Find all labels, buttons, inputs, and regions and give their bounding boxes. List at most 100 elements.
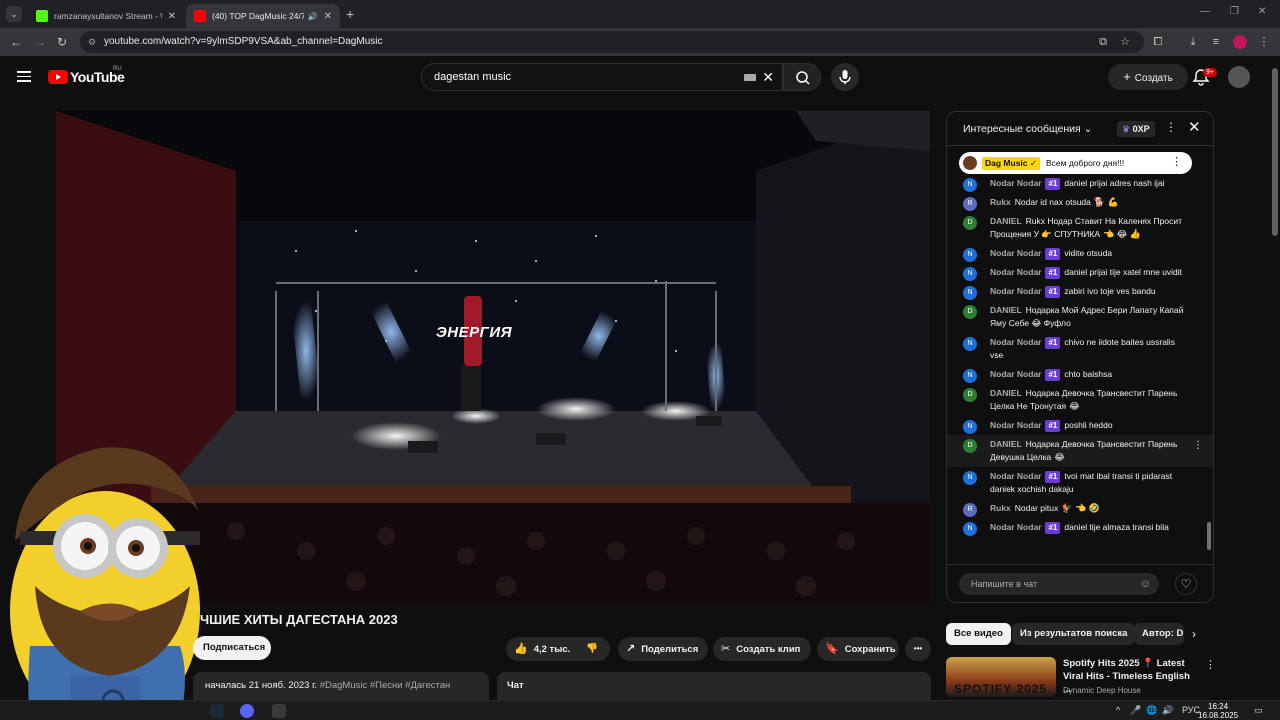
volume-icon[interactable]: 🔊 [1162,705,1173,716]
tab-search-button[interactable]: ⌄ [6,6,22,22]
chat-message[interactable]: N Nodar Nodar #1 chto baishsa [947,365,1213,384]
chip-search-results[interactable]: Из результатов поиска [1012,623,1136,645]
browser-tab-kick[interactable]: ramzanaysultanov Stream - Wa ✕ [28,4,184,28]
chat-message[interactable]: N Nodar Nodar #1 chivo ne iidote baites uss… [947,333,1213,365]
youtube-logo[interactable]: YouTube RU [48,66,125,85]
chat-author-avatar[interactable]: N [963,248,977,262]
chat-author-name[interactable]: DANIEL [990,439,1022,449]
clear-search-icon[interactable]: ✕ [762,64,774,90]
close-window-button[interactable]: ✕ [1258,6,1266,17]
chat-author-name[interactable]: Rukx [990,503,1011,513]
new-tab-button[interactable]: + [346,6,354,22]
description-hashtags[interactable]: #DagMusic #Песни #Дагестан [320,680,451,691]
chat-author-avatar[interactable]: N [963,267,977,281]
search-input[interactable]: dagestan music ✕ [421,63,783,91]
chat-author-name[interactable]: DANIEL [990,216,1022,226]
discord-icon[interactable] [240,704,254,718]
chat-author-avatar[interactable]: N [963,337,977,351]
chat-message[interactable]: N Nodar Nodar #1 vidite otsuda [947,244,1213,263]
chat-message[interactable]: N Nodar Nodar #1 poshli heddo [947,416,1213,435]
page-scrollbar[interactable] [1270,56,1280,700]
forward-icon[interactable]: → [34,35,46,49]
chat-message[interactable]: D DANIEL Нодарка Мой Адрес Бери Лапату Кап… [947,301,1213,333]
chat-author-name[interactable]: Nodar Nodar [990,248,1041,258]
chat-message[interactable]: N Nodar Nodar #1 daniel prijai adres nash i… [947,174,1213,193]
chat-author-name[interactable]: Nodar Nodar [990,267,1041,277]
more-actions-button[interactable]: ••• [905,637,931,661]
chat-author-avatar[interactable]: N [963,522,977,536]
system-clock[interactable]: 16:24 16.08.2025 [1198,702,1238,720]
chat-author-avatar[interactable]: R [963,503,977,517]
dislike-icon[interactable]: 👎 [586,637,598,661]
chat-author-avatar[interactable]: D [963,216,977,230]
chat-author-name[interactable]: DANIEL [990,305,1022,315]
chat-author-name[interactable]: Nodar Nodar [990,471,1041,481]
tab-close-icon[interactable]: ✕ [168,11,176,22]
chat-message[interactable]: D DANIEL Нодарка Девочка Трансвестит Парен… [947,384,1213,416]
chip-author[interactable]: Автор: D [1134,623,1184,645]
chevron-right-icon[interactable]: › [1192,627,1196,641]
create-button[interactable]: + Создать [1108,64,1188,90]
browser-tab-youtube[interactable]: (40) TOP DagMusic 24/7 Л 🔊 ✕ [186,4,340,28]
chip-all-videos[interactable]: Все видео [946,623,1011,645]
chat-message[interactable]: N Nodar Nodar #1 zabiri ivo toje ves bandu [947,282,1213,301]
chat-message[interactable]: N Nodar Nodar #1 tvoi mat ibal transi ti pi… [947,467,1213,499]
search-button[interactable] [783,63,821,91]
share-button[interactable]: ↗ Поделиться [618,637,708,661]
install-app-icon[interactable]: ⧉ [1096,35,1110,49]
emoji-picker-icon[interactable]: ☺ [1140,573,1151,595]
account-avatar[interactable] [1228,66,1250,88]
chat-author-avatar[interactable]: R [963,197,977,211]
extensions-icon[interactable]: ⧠ [1151,35,1165,49]
chat-mode-dropdown[interactable]: Интересные сообщения ⌄ [963,123,1092,135]
xp-badge[interactable]: ♛ 0XP [1117,121,1155,137]
chat-options-icon[interactable]: ⋮ [1165,120,1177,134]
chat-message[interactable]: R Rukx Nodar pitux 🐓 👈 🤣 [947,499,1213,518]
keyboard-icon[interactable] [744,74,756,81]
chat-author-avatar[interactable]: N [963,369,977,383]
browser-menu-icon[interactable]: ⋮ [1257,35,1271,49]
chat-scroll-thumb[interactable] [1207,522,1211,550]
chat-message[interactable]: D DANIEL Rukx Нодар Ставит На Каленях Прос… [947,212,1213,244]
chat-message[interactable]: N Nodar Nodar #1 daniel tije almaza transi … [947,518,1213,537]
chat-author-name[interactable]: Rukx [990,197,1011,207]
reading-list-icon[interactable]: ≡ [1209,35,1223,49]
notifications-icon[interactable]: ▭ [1254,705,1263,716]
chat-author-avatar[interactable]: D [963,439,977,453]
back-icon[interactable]: ← [10,35,22,49]
chat-author-avatar[interactable]: N [963,286,977,300]
chat-author-avatar[interactable]: N [963,420,977,434]
pinned-options-icon[interactable]: ⋮ [1171,155,1182,168]
chat-message[interactable]: D DANIEL Нодарка Девочка Трансвестит Парен… [947,435,1213,467]
recommended-video-options-icon[interactable]: ⋮ [1205,658,1216,671]
steam-icon[interactable] [210,704,224,718]
close-chat-icon[interactable]: ✕ [1188,118,1201,136]
tab-close-icon[interactable]: ✕ [324,11,332,22]
chat-message-list[interactable]: N Nodar Nodar #1 daniel prijai adres nash i… [947,174,1213,564]
chat-input[interactable]: Напишите в чат ☺ [959,573,1159,595]
site-info-icon[interactable]: ⚙ [88,31,96,53]
reload-icon[interactable]: ↻ [57,35,67,49]
restore-button[interactable]: ❐ [1230,6,1239,17]
chat-author-name[interactable]: Nodar Nodar [990,286,1041,296]
chat-author-avatar[interactable]: D [963,388,977,402]
chat-message[interactable]: R Rukx Nodar id nax otsuda 🐕 💪 [947,193,1213,212]
chat-author-avatar[interactable]: N [963,471,977,485]
chat-scrollbar[interactable] [1207,150,1211,560]
chat-author-name[interactable]: Nodar Nodar [990,369,1041,379]
download-icon[interactable]: ⤓ [1186,35,1200,49]
tray-overflow-icon[interactable]: ^ [1116,705,1120,715]
voice-search-button[interactable] [831,63,859,91]
address-bar[interactable]: ⚙ youtube.com/watch?v=9ylmSDP9VSA&ab_cha… [80,31,1144,53]
microphone-tray-icon[interactable]: 🎤 [1130,705,1141,716]
page-scroll-thumb[interactable] [1272,68,1278,236]
recommended-video-thumbnail[interactable]: SPOTIFY 2025 [946,657,1056,697]
message-options-icon[interactable]: ⋮ [1193,439,1203,452]
hamburger-menu-icon[interactable] [17,71,31,82]
chat-author-name[interactable]: Nodar Nodar [990,522,1041,532]
chat-author-name[interactable]: Nodar Nodar [990,337,1041,347]
save-button[interactable]: 🔖 Сохранить [817,637,899,661]
chat-author-name[interactable]: Nodar Nodar [990,420,1041,430]
chat-author-name[interactable]: DANIEL [990,388,1022,398]
minimize-button[interactable]: — [1200,6,1210,17]
